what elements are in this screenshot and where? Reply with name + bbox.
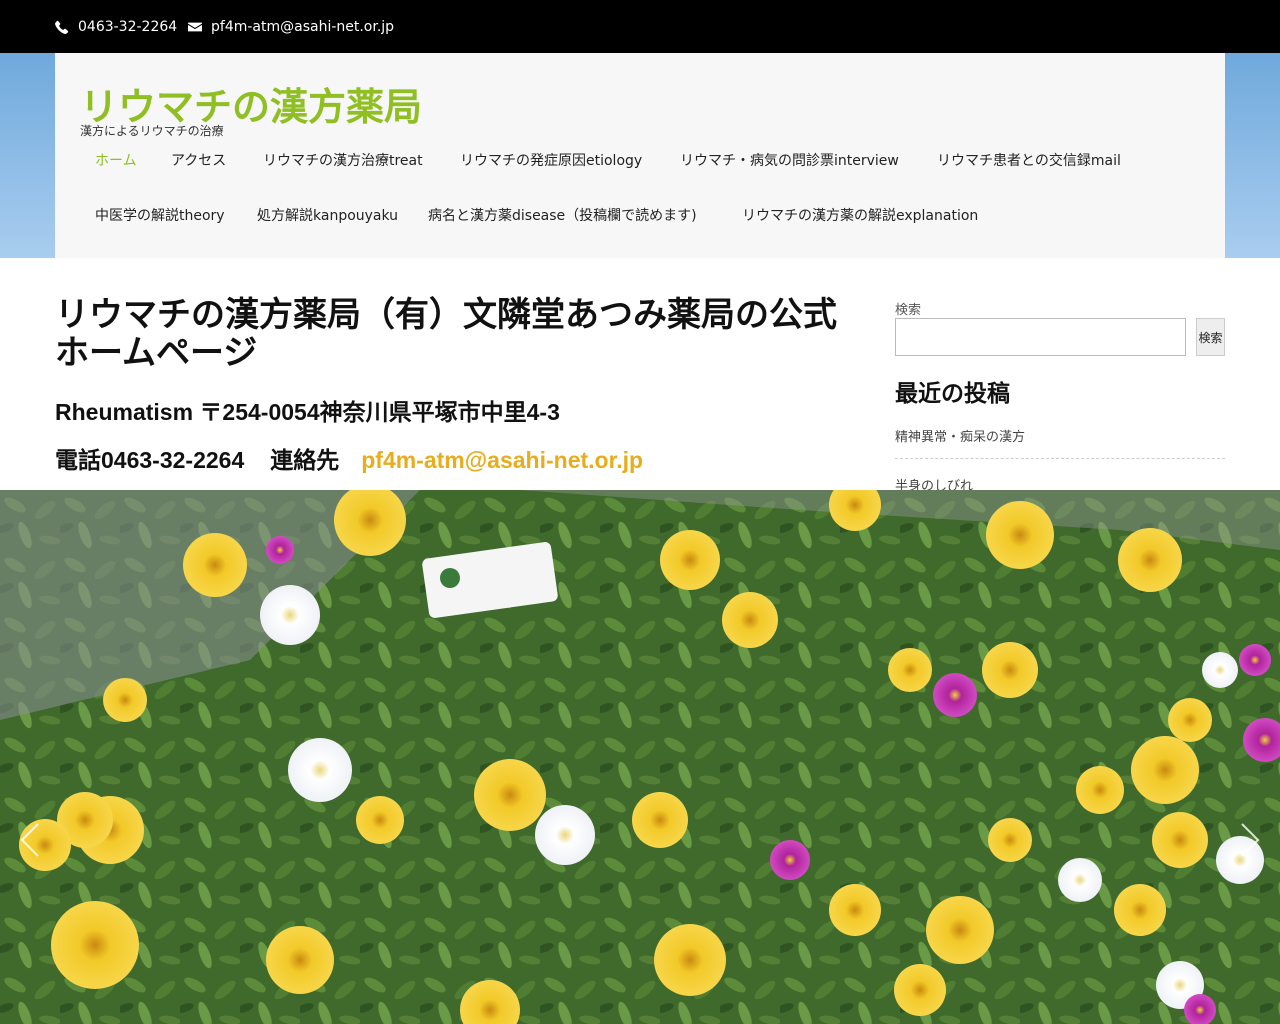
divider xyxy=(895,458,1225,459)
search-input[interactable] xyxy=(895,318,1186,356)
chevron-left-icon xyxy=(20,823,39,857)
nav-item-treat[interactable]: リウマチの漢方治療treat xyxy=(263,150,423,170)
search-label: 検索 xyxy=(895,303,922,318)
top-bar: 0463-32-2264 pf4m-atm@asahi-net.or.jp xyxy=(0,0,1280,53)
nav-item-interview[interactable]: リウマチ・病気の問診票interview xyxy=(680,150,899,170)
site-tagline: 漢方によるリウマチの治療 xyxy=(80,124,224,138)
topbar-email[interactable]: pf4m-atm@asahi-net.or.jp xyxy=(188,19,394,35)
nav-item-theory[interactable]: 中医学の解説theory xyxy=(95,205,225,225)
nav-item-disease[interactable]: 病名と漢方薬disease（投稿欄で読めます) xyxy=(428,205,697,225)
nav-item-etiology[interactable]: リウマチの発症原因etiology xyxy=(460,150,642,170)
hero-slider[interactable] xyxy=(0,490,1280,1024)
contact-email-link[interactable]: pf4m-atm@asahi-net.or.jp xyxy=(361,447,643,473)
recent-post-link[interactable]: 精神異常・痴呆の漢方 xyxy=(895,426,1025,445)
nav-item-access[interactable]: アクセス xyxy=(171,150,226,170)
recent-posts-heading: 最近の投稿 xyxy=(895,381,1010,407)
topbar-email-text: pf4m-atm@asahi-net.or.jp xyxy=(211,19,395,35)
address-line: Rheumatism 〒254-0054神奈川県平塚市中里4-3 xyxy=(55,399,560,425)
search-button[interactable]: 検索 xyxy=(1196,318,1225,356)
page-title: リウマチの漢方薬局（有）文隣堂あつみ薬局の公式ホームページ xyxy=(55,295,837,373)
contact-line: 電話0463-32-2264 連絡先 pf4m-atm@asahi-net.or.j… xyxy=(55,441,643,475)
nav-item-kanpouyaku[interactable]: 処方解説kanpouyaku xyxy=(257,205,398,225)
envelope-icon xyxy=(188,20,202,34)
flower-photo xyxy=(0,490,1280,1024)
topbar-phone-text: 0463-32-2264 xyxy=(78,19,178,35)
contact-label: 連絡先 xyxy=(270,447,340,473)
phone-icon xyxy=(55,20,69,34)
nav-item-explanation[interactable]: リウマチの漢方薬の解説explanation xyxy=(742,205,978,225)
tel-label: 電話0463-32-2264 xyxy=(55,447,245,473)
slider-prev-button[interactable] xyxy=(16,820,46,860)
slider-next-button[interactable] xyxy=(1234,820,1264,860)
nav-item-mail[interactable]: リウマチ患者との交信録mail xyxy=(937,150,1121,170)
chevron-right-icon xyxy=(1241,823,1260,857)
nav-item-home[interactable]: ホーム xyxy=(95,150,137,170)
topbar-phone[interactable]: 0463-32-2264 xyxy=(55,19,177,35)
